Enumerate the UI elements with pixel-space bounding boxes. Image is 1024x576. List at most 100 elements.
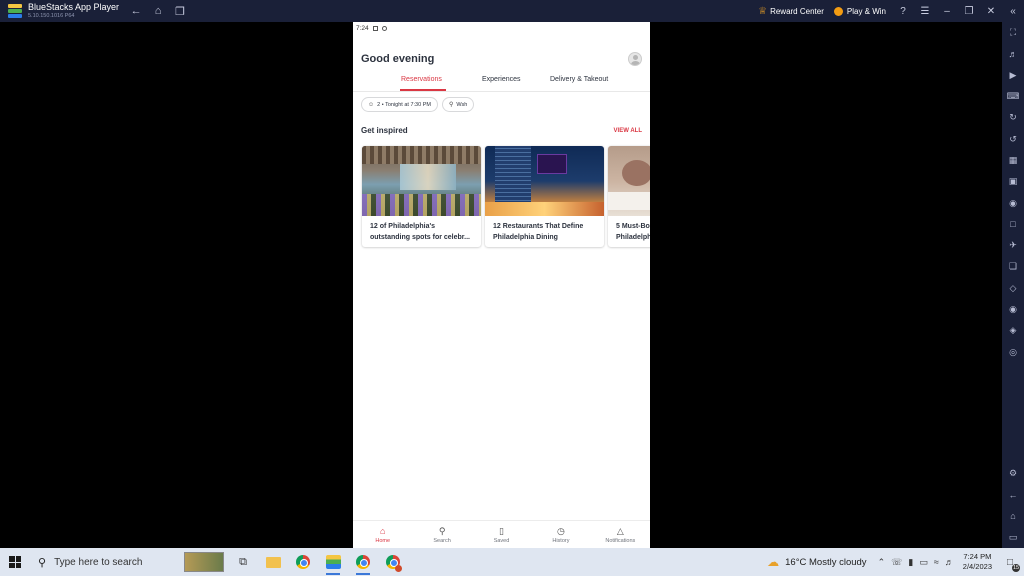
home-icon: ⌂ [379,525,386,536]
card-title-line: Philadelphia Dining [493,234,558,241]
back-arrow-icon[interactable]: ← [125,5,147,17]
eco-mode-icon[interactable]: ◎ [1002,341,1024,362]
tab-experiences[interactable]: Experiences [482,76,521,83]
task-view-icon: ⧉ [239,555,247,568]
performance-icon[interactable]: ▦ [1002,150,1024,171]
chrome-profile-2-button[interactable] [378,548,408,576]
app-status-icon [381,25,387,31]
speaker-icon[interactable]: ♬ [945,557,954,567]
back-icon[interactable]: ← [1002,484,1024,505]
card-title-line: 12 of Philadelphia's [370,223,436,230]
file-explorer-button[interactable] [258,548,288,576]
active-tab-indicator [400,89,446,91]
close-icon[interactable]: ✕ [980,6,1002,17]
taskbar-widget-thumbnail[interactable] [180,548,228,576]
meet-icon[interactable]: ☏ [891,557,902,568]
apk-icon[interactable]: ▣ [1002,171,1024,192]
bluestacks-taskbar-button[interactable] [318,548,348,576]
battery-icon[interactable]: ▮ [908,557,913,568]
recent-apps-icon[interactable]: ▭ [1002,527,1024,548]
clock-time: 7:24 PM [963,552,992,561]
fullscreen-icon[interactable]: ⛶ [1002,22,1024,43]
android-screen: 7:24 Good evening Reservations Experienc… [353,22,650,548]
reward-center-button[interactable]: ♕ Reward Center [758,6,824,17]
display-icon[interactable]: ▭ [919,557,928,568]
app-title: BlueStacks App Player [28,1,120,12]
sync-icon[interactable]: ↺ [1002,128,1024,149]
crown-icon: ♕ [758,5,768,17]
clock-icon: ◷ [556,525,565,536]
collapse-sidebar-icon[interactable]: « [1002,6,1024,17]
nav-label: Saved [493,537,510,544]
help-icon[interactable]: ? [892,6,914,17]
taskbar-clock[interactable]: 7:24 PM 2/4/2023 [963,552,992,572]
settings-gear-icon[interactable]: ⚙ [1002,463,1024,484]
party-time-chip[interactable]: ☺ 2 • Tonight at 7:30 PM [361,97,438,112]
weather-widget[interactable]: ☁ 16°C Mostly cloudy [767,555,866,569]
nav-label: Home [375,537,391,544]
folder-icon[interactable]: □ [1002,214,1024,235]
windows-logo-icon [9,556,21,568]
instances-icon[interactable]: ❏ [1002,256,1024,277]
city-street-image [485,146,604,216]
minimize-icon[interactable]: – [936,6,958,17]
tab-reservations[interactable]: Reservations [401,76,442,83]
eraser-icon[interactable]: ◇ [1002,278,1024,299]
map-pin-icon: ⚲ [448,102,454,108]
airplane-icon[interactable]: ✈ [1002,235,1024,256]
partly-cloudy-icon: ☁ [767,555,780,569]
profile-avatar-icon[interactable] [628,52,642,66]
spa-image [608,146,650,216]
inspiration-card[interactable]: 12 of Philadelphia's outstanding spots f… [362,146,481,247]
card-title-line: Philadelph [616,234,650,241]
multi-instance-icon[interactable]: ❐ [169,5,191,18]
nav-saved[interactable]: ▯ Saved [472,521,531,548]
menu-icon[interactable]: ☰ [914,6,936,17]
nav-notifications[interactable]: △ Notifications [591,521,650,548]
taskbar-search-box[interactable]: ⚲ Type here to search [30,548,180,576]
screenshot-icon[interactable]: ◉ [1002,192,1024,213]
person-icon: ☺ [368,101,375,108]
media-icon[interactable]: ▶ [1002,65,1024,86]
bottom-navigation: ⌂ Home ⚲ Search ▯ Saved ◷ History △ Noti… [353,520,650,548]
location-chip[interactable]: ⚲ Wsh [441,97,475,112]
bluestacks-icon [325,555,341,569]
notification-count: 15 [1012,563,1020,572]
notification-icon [372,25,378,31]
tab-bar: Reservations Experiences Delivery & Take… [353,72,650,92]
keyboard-icon[interactable]: ⌨ [1002,86,1024,107]
location-icon[interactable]: ◉ [1002,299,1024,320]
bluestacks-logo-icon [8,4,22,18]
get-inspired-header: Get inspired VIEW ALL [361,126,642,135]
layers-icon[interactable]: ◈ [1002,320,1024,341]
inspiration-card[interactable]: 5 Must-Bo Philadelph [608,146,650,247]
task-view-button[interactable]: ⧉ [228,548,258,576]
tab-delivery-takeout[interactable]: Delivery & Takeout [550,76,608,83]
wifi-icon[interactable]: ≈ [934,557,939,567]
home-icon[interactable]: ⌂ [147,5,169,17]
status-time: 7:24 [356,24,369,32]
start-button[interactable] [0,556,30,568]
title-bar-controls: ♕ Reward Center Play & Win ? ☰ – ❐ ✕ « [758,0,1024,22]
play-win-button[interactable]: Play & Win [833,6,886,16]
chrome-button[interactable] [288,548,318,576]
notification-center-button[interactable]: □ 15 [1000,557,1020,572]
section-title: Get inspired [361,126,408,135]
restaurant-interior-image [362,146,481,216]
android-home-icon[interactable]: ⌂ [1002,505,1024,526]
macro-icon[interactable]: ↻ [1002,107,1024,128]
location-label: Wsh [456,101,468,108]
chevron-up-icon[interactable]: ⌃ [878,557,886,568]
filter-chips: ☺ 2 • Tonight at 7:30 PM ⚲ Wsh [361,97,475,112]
notification-badge [395,565,402,572]
view-all-link[interactable]: VIEW ALL [614,128,642,134]
nav-home[interactable]: ⌂ Home [353,521,412,548]
nav-search[interactable]: ⚲ Search [412,521,471,548]
restore-icon[interactable]: ❐ [958,6,980,17]
volume-icon[interactable]: ♬ [1002,43,1024,64]
inspiration-card[interactable]: 12 Restaurants That Define Philadelphia … [485,146,604,247]
chrome-profile-button[interactable] [348,548,378,576]
play-win-icon [833,6,843,16]
nav-label: History [552,537,570,544]
nav-history[interactable]: ◷ History [531,521,590,548]
